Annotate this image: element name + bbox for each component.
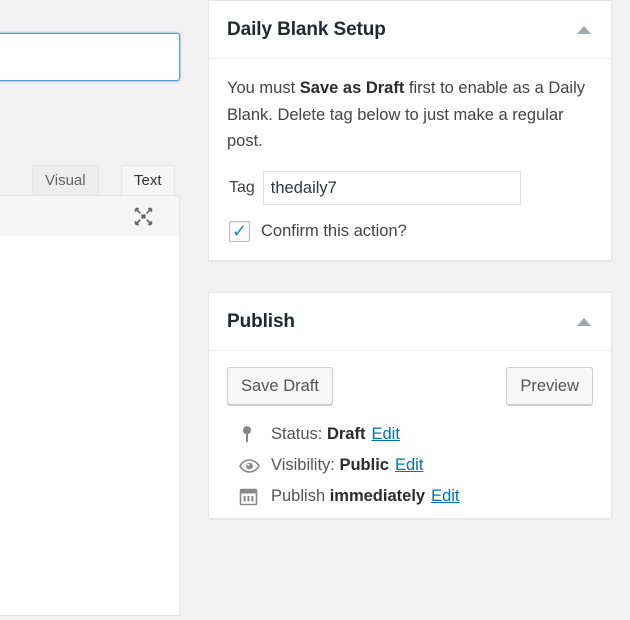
post-title-input[interactable] — [0, 33, 180, 81]
confirm-action-label: Confirm this action? — [261, 222, 407, 241]
editor-toolbar — [0, 196, 180, 236]
publish-panel: Publish Save Draft Preview Status: Draft… — [208, 292, 612, 520]
confirm-action-row[interactable]: ✓ Confirm this action? — [229, 221, 593, 243]
tag-input[interactable] — [262, 171, 521, 206]
post-content-textarea[interactable] — [0, 236, 180, 616]
tab-text[interactable]: Text — [121, 165, 175, 195]
daily-blank-description: You must Save as Draft first to enable a… — [227, 75, 593, 155]
post-status-value: Draft — [326, 425, 366, 444]
edit-schedule-link[interactable]: Edit — [431, 487, 459, 505]
post-schedule-text: Publish immediately Edit — [271, 487, 460, 506]
visibility-eye-icon — [239, 458, 261, 474]
publish-header: Publish — [209, 293, 611, 352]
publish-actions-row: Save Draft Preview — [227, 367, 593, 406]
description-emphasis: Save as Draft — [299, 79, 405, 97]
post-status-prefix: Status: — [271, 425, 327, 444]
tag-label: Tag — [229, 179, 255, 197]
save-draft-button[interactable]: Save Draft — [227, 367, 333, 406]
editor-sidebar: Daily Blank Setup You must Save as Draft… — [208, 0, 612, 620]
post-visibility-text: Visibility: Public Edit — [271, 456, 423, 475]
daily-blank-setup-title: Daily Blank Setup — [227, 18, 386, 40]
daily-blank-setup-header: Daily Blank Setup — [209, 1, 611, 59]
publish-title: Publish — [227, 310, 295, 332]
fullscreen-expand-icon[interactable] — [129, 202, 157, 230]
post-content-editor: Visual Text — [0, 160, 180, 620]
post-schedule-value: immediately — [329, 487, 426, 506]
post-visibility-row: Visibility: Public Edit — [227, 450, 593, 481]
post-visibility-value: Public — [339, 456, 389, 475]
edit-visibility-link[interactable]: Edit — [395, 456, 423, 474]
calendar-icon — [239, 487, 261, 506]
tab-visual[interactable]: Visual — [32, 165, 99, 195]
post-status-pin-icon — [239, 425, 261, 444]
chevron-up-icon[interactable] — [573, 311, 595, 333]
description-text-leading: You must — [227, 79, 300, 97]
post-schedule-prefix: Publish — [271, 487, 330, 506]
publish-body: Save Draft Preview Status: Draft Edit Vi… — [209, 351, 611, 518]
daily-blank-setup-panel: Daily Blank Setup You must Save as Draft… — [208, 0, 612, 262]
confirm-action-checkbox[interactable]: ✓ — [229, 221, 250, 243]
post-status-text: Status: Draft Edit — [271, 425, 400, 444]
editor-mode-tabs: Visual Text — [0, 160, 180, 196]
edit-status-link[interactable]: Edit — [371, 425, 399, 443]
tag-field-row: Tag — [229, 171, 593, 206]
post-status-row: Status: Draft Edit — [227, 419, 593, 450]
checkmark-icon: ✓ — [232, 221, 248, 243]
preview-button[interactable]: Preview — [506, 367, 593, 406]
post-schedule-row: Publish immediately Edit — [227, 481, 593, 512]
chevron-up-icon[interactable] — [573, 19, 595, 41]
post-visibility-prefix: Visibility: — [271, 456, 340, 475]
daily-blank-setup-body: You must Save as Draft first to enable a… — [209, 59, 611, 260]
editor-column: Visual Text — [0, 0, 182, 620]
